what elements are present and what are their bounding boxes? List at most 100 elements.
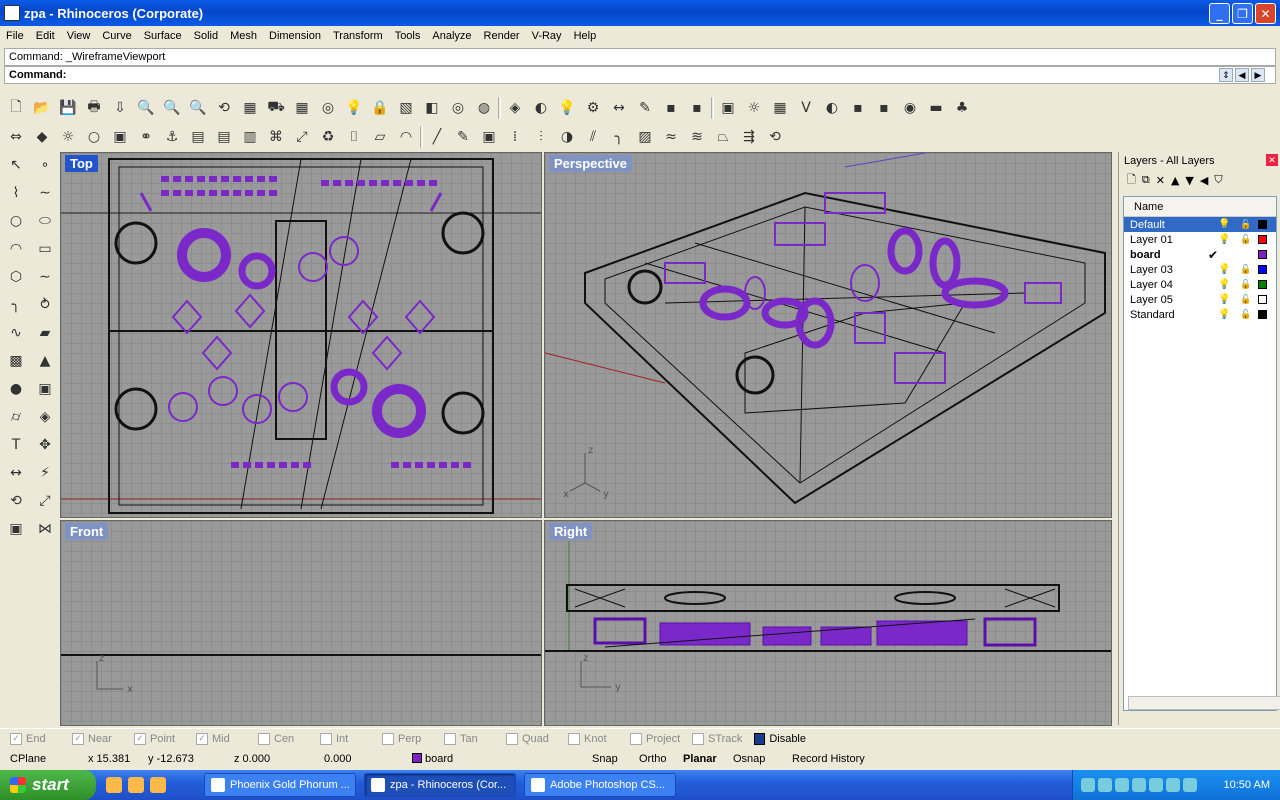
menu-help[interactable]: Help [568, 30, 603, 42]
layer-color-swatch[interactable] [1258, 220, 1267, 229]
task-photoshop[interactable]: Adobe Photoshop CS... [524, 773, 676, 797]
curve-pts-icon[interactable]: ∼ [31, 180, 59, 206]
osnap-checkbox[interactable] [692, 732, 704, 745]
tray-icon-6[interactable] [1166, 778, 1180, 792]
layer-lock-icon[interactable]: 🔓 [1240, 309, 1251, 320]
viewport-top[interactable]: Top [60, 152, 542, 518]
align-icon[interactable]: ⫶ [529, 125, 553, 149]
polyline-icon[interactable]: ⌇ [2, 180, 30, 206]
layer-lock-icon[interactable]: 🔓 [1240, 264, 1251, 275]
select-icon[interactable]: ↖ [2, 152, 30, 178]
scale-icon[interactable]: ⤢ [290, 125, 314, 149]
loft-icon[interactable]: ▨ [633, 125, 657, 149]
patch-icon[interactable]: ▩ [2, 348, 30, 374]
layer-name[interactable]: board [1130, 249, 1161, 261]
osnap-knot[interactable]: Knot [568, 732, 620, 745]
free-curve-icon[interactable]: ∼ [31, 264, 59, 290]
menu-v-ray[interactable]: V-Ray [526, 30, 568, 42]
layer-color-swatch[interactable] [1258, 295, 1267, 304]
osnap-checkbox[interactable] [320, 732, 332, 745]
tag2-icon[interactable]: ▪ [659, 96, 683, 120]
osnap-checkbox[interactable] [568, 732, 580, 745]
text-icon[interactable]: T [2, 432, 30, 458]
material-icon[interactable]: ◧ [420, 96, 444, 120]
car-icon[interactable]: ⛟ [264, 96, 288, 120]
plane-icon[interactable]: ▱ [368, 125, 392, 149]
layer-row-layer-03[interactable]: Layer 03 💡 🔓 [1124, 262, 1276, 277]
render2-icon[interactable]: ▪ [846, 96, 870, 120]
osnap-checkbox[interactable] [258, 732, 270, 745]
wireframe-sphere-icon[interactable]: ◍ [472, 96, 496, 120]
menu-view[interactable]: View [61, 30, 97, 42]
menu-analyze[interactable]: Analyze [426, 30, 477, 42]
mesh-sphere-icon[interactable]: ◈ [503, 96, 527, 120]
layer-lock-icon[interactable]: 🔓 [1240, 294, 1251, 305]
tree-icon[interactable]: ♣ [950, 96, 974, 120]
layer-color-swatch[interactable] [1258, 280, 1267, 289]
print-icon[interactable]: 🖶 [82, 96, 106, 120]
command-input[interactable] [69, 69, 1070, 81]
circle-icon[interactable]: ○ [2, 208, 30, 234]
camera-icon[interactable]: ⌷ [342, 125, 366, 149]
blend-icon[interactable]: ∿ [2, 320, 30, 346]
record-history-toggle[interactable]: Record History [792, 753, 865, 765]
minimize-button[interactable]: _ [1209, 3, 1230, 24]
render-sphere-icon[interactable]: ◐ [529, 96, 553, 120]
osnap-strack[interactable]: STrack [692, 732, 744, 745]
osnap-int[interactable]: Int [320, 732, 372, 745]
flow-icon[interactable]: ⇶ [737, 125, 761, 149]
properties-icon[interactable]: ▧ [394, 96, 418, 120]
quick-launch-icon-1[interactable] [106, 777, 122, 793]
taper-icon[interactable]: ⏢ [711, 125, 735, 149]
fillet-icon[interactable]: ╮ [607, 125, 631, 149]
gear-icon[interactable]: ⚙ [581, 96, 605, 120]
layer-visible-icon[interactable]: 💡 [1218, 264, 1230, 275]
layer-visible-icon[interactable]: 💡 [1218, 309, 1230, 320]
layer-name[interactable]: Layer 03 [1130, 264, 1173, 276]
command-back-icon[interactable]: ◀ [1235, 68, 1249, 82]
layer-color-swatch[interactable] [1258, 265, 1267, 274]
osnap-checkbox[interactable]: ✓ [72, 732, 84, 745]
layer-row-layer-04[interactable]: Layer 04 💡 🔓 [1124, 277, 1276, 292]
link-icon[interactable]: ⚭ [134, 125, 158, 149]
texture-icon[interactable]: ▦ [768, 96, 792, 120]
osnap-checkbox[interactable] [754, 732, 766, 745]
osnap-checkbox[interactable] [444, 732, 456, 745]
layer-color-swatch[interactable] [1258, 250, 1267, 259]
offset-icon[interactable]: ⥁ [31, 292, 59, 318]
dimension-icon[interactable]: ↔ [2, 460, 30, 486]
start-button[interactable]: start [0, 770, 96, 800]
tray-icon-4[interactable] [1132, 778, 1146, 792]
layer-lock-icon[interactable]: 🔓 [1240, 219, 1251, 230]
layer-color-swatch[interactable] [1258, 310, 1267, 319]
osnap-cen[interactable]: Cen [258, 732, 310, 745]
layer-row-standard[interactable]: Standard 💡 🔓 [1124, 307, 1276, 322]
delete-layer-icon[interactable]: ✕ [1156, 174, 1165, 187]
zoom-window-icon[interactable]: 🔍 [134, 96, 158, 120]
osnap-perp[interactable]: Perp [382, 732, 434, 745]
menu-edit[interactable]: Edit [30, 30, 61, 42]
status-layer[interactable]: board [412, 753, 453, 765]
tray-icon-2[interactable] [1098, 778, 1112, 792]
menu-mesh[interactable]: Mesh [224, 30, 263, 42]
vray-icon[interactable]: V [794, 96, 818, 120]
new-icon[interactable]: 🗋 [4, 96, 28, 120]
osnap-checkbox[interactable]: ✓ [196, 732, 208, 745]
command-scroll-icon[interactable]: ⇕ [1219, 68, 1233, 82]
menu-surface[interactable]: Surface [138, 30, 188, 42]
firefox-icon[interactable] [128, 777, 144, 793]
layers-close-icon[interactable]: ✕ [1266, 154, 1278, 166]
split-icon[interactable]: ⫽ [581, 125, 605, 149]
layer-row-layer-05[interactable]: Layer 05 💡 🔓 [1124, 292, 1276, 307]
layer-lock-icon[interactable]: 🔓 [1240, 234, 1251, 245]
layer-name[interactable]: Layer 04 [1130, 279, 1173, 291]
layer-name[interactable]: Layer 05 [1130, 294, 1173, 306]
lightbulb-icon[interactable]: 💡 [342, 96, 366, 120]
new-layer-icon[interactable]: 🗋 [1127, 171, 1136, 190]
osnap-checkbox[interactable]: ✓ [134, 732, 146, 745]
environment-icon[interactable]: ▬ [924, 96, 948, 120]
tag-icon[interactable]: ✎ [633, 96, 657, 120]
sweep-icon[interactable]: ≈ [659, 125, 683, 149]
document-icon[interactable]: ▥ [238, 125, 262, 149]
sun-icon[interactable]: ☼ [56, 125, 80, 149]
